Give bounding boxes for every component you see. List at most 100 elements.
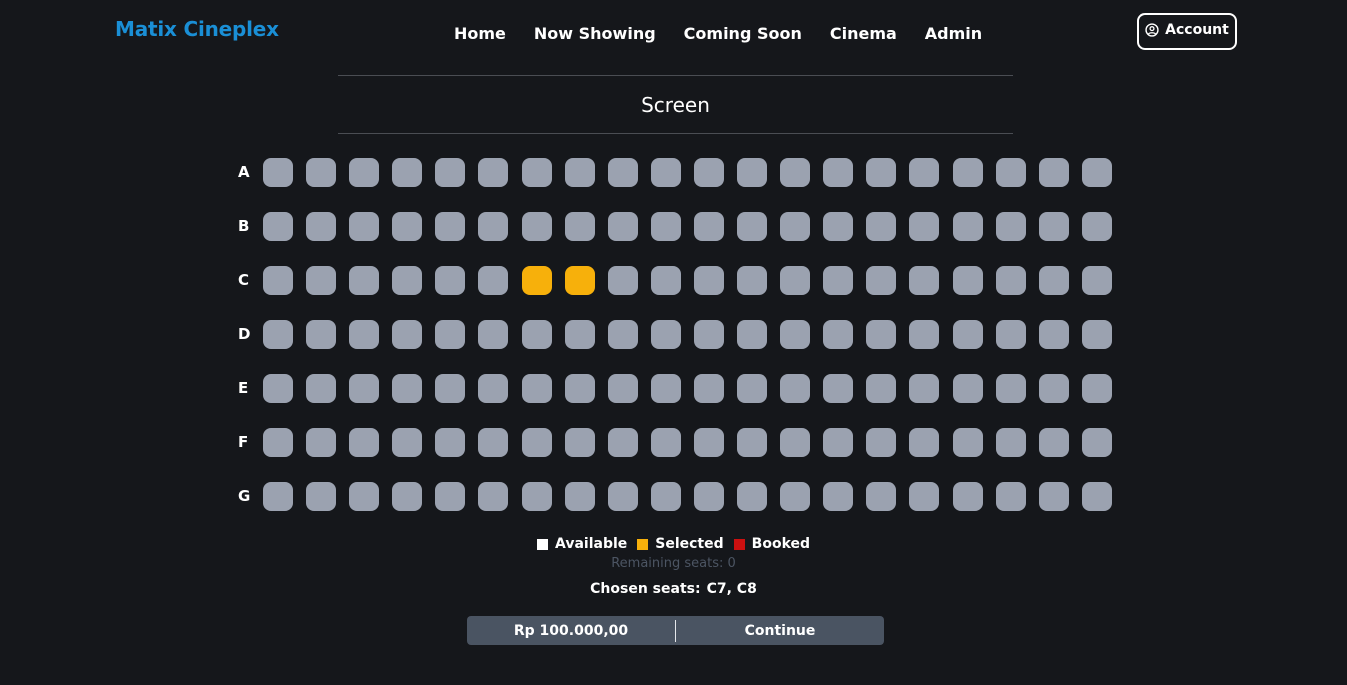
seat-g19[interactable] — [1038, 481, 1069, 511]
seat-g9[interactable] — [607, 481, 638, 511]
seat-g1[interactable] — [263, 481, 293, 511]
seat-d2[interactable] — [306, 319, 337, 349]
seat-d16[interactable] — [909, 319, 940, 349]
seat-c4[interactable] — [392, 265, 423, 295]
seat-f14[interactable] — [823, 427, 854, 457]
seat-a14[interactable] — [823, 157, 854, 187]
continue-button[interactable]: Continue — [676, 623, 884, 639]
seat-e19[interactable] — [1038, 373, 1069, 403]
seat-e20[interactable] — [1081, 373, 1112, 403]
seat-e4[interactable] — [392, 373, 423, 403]
nav-now-showing[interactable]: Now Showing — [534, 24, 656, 43]
seat-c11[interactable] — [693, 265, 724, 295]
seat-f19[interactable] — [1038, 427, 1069, 457]
seat-a15[interactable] — [866, 157, 897, 187]
seat-b20[interactable] — [1081, 211, 1112, 241]
seat-d7[interactable] — [521, 319, 552, 349]
seat-c19[interactable] — [1038, 265, 1069, 295]
seat-d17[interactable] — [952, 319, 983, 349]
seat-e10[interactable] — [650, 373, 681, 403]
seat-c10[interactable] — [650, 265, 681, 295]
seat-b3[interactable] — [349, 211, 380, 241]
nav-home[interactable]: Home — [454, 24, 506, 43]
seat-b9[interactable] — [607, 211, 638, 241]
seat-c3[interactable] — [349, 265, 380, 295]
seat-d6[interactable] — [478, 319, 509, 349]
seat-g15[interactable] — [866, 481, 897, 511]
seat-d5[interactable] — [435, 319, 466, 349]
seat-f2[interactable] — [306, 427, 337, 457]
account-button[interactable]: Account — [1137, 13, 1237, 50]
seat-e9[interactable] — [607, 373, 638, 403]
seat-g5[interactable] — [435, 481, 466, 511]
nav-coming-soon[interactable]: Coming Soon — [684, 24, 802, 43]
seat-d12[interactable] — [737, 319, 768, 349]
seat-a7[interactable] — [521, 157, 552, 187]
seat-f10[interactable] — [650, 427, 681, 457]
seat-c8[interactable] — [564, 265, 595, 295]
seat-b10[interactable] — [650, 211, 681, 241]
seat-d13[interactable] — [780, 319, 811, 349]
seat-f4[interactable] — [392, 427, 423, 457]
seat-d14[interactable] — [823, 319, 854, 349]
seat-f8[interactable] — [564, 427, 595, 457]
seat-e6[interactable] — [478, 373, 509, 403]
seat-c17[interactable] — [952, 265, 983, 295]
seat-c18[interactable] — [995, 265, 1026, 295]
seat-a5[interactable] — [435, 157, 466, 187]
nav-cinema[interactable]: Cinema — [830, 24, 897, 43]
seat-g3[interactable] — [349, 481, 380, 511]
seat-f6[interactable] — [478, 427, 509, 457]
seat-g12[interactable] — [737, 481, 768, 511]
seat-d15[interactable] — [866, 319, 897, 349]
seat-g18[interactable] — [995, 481, 1026, 511]
seat-a18[interactable] — [995, 157, 1026, 187]
seat-e16[interactable] — [909, 373, 940, 403]
seat-c12[interactable] — [737, 265, 768, 295]
seat-f3[interactable] — [349, 427, 380, 457]
seat-d1[interactable] — [263, 319, 293, 349]
seat-a19[interactable] — [1038, 157, 1069, 187]
seat-d9[interactable] — [607, 319, 638, 349]
seat-f9[interactable] — [607, 427, 638, 457]
seat-f1[interactable] — [263, 427, 293, 457]
seat-e14[interactable] — [823, 373, 854, 403]
seat-c7[interactable] — [521, 265, 552, 295]
seat-b7[interactable] — [521, 211, 552, 241]
seat-b6[interactable] — [478, 211, 509, 241]
seat-a12[interactable] — [737, 157, 768, 187]
seat-e1[interactable] — [263, 373, 293, 403]
seat-b15[interactable] — [866, 211, 897, 241]
seat-a17[interactable] — [952, 157, 983, 187]
seat-b18[interactable] — [995, 211, 1026, 241]
brand-logo[interactable]: Matix Cineplex — [115, 17, 279, 41]
seat-f7[interactable] — [521, 427, 552, 457]
seat-g10[interactable] — [650, 481, 681, 511]
seat-g2[interactable] — [306, 481, 337, 511]
seat-a4[interactable] — [392, 157, 423, 187]
seat-d20[interactable] — [1081, 319, 1112, 349]
seat-a9[interactable] — [607, 157, 638, 187]
seat-c5[interactable] — [435, 265, 466, 295]
seat-g11[interactable] — [693, 481, 724, 511]
seat-d18[interactable] — [995, 319, 1026, 349]
seat-c16[interactable] — [909, 265, 940, 295]
seat-c1[interactable] — [263, 265, 293, 295]
seat-a13[interactable] — [780, 157, 811, 187]
seat-b1[interactable] — [263, 211, 293, 241]
seat-a16[interactable] — [909, 157, 940, 187]
seat-e11[interactable] — [693, 373, 724, 403]
seat-a2[interactable] — [306, 157, 337, 187]
seat-a1[interactable] — [263, 157, 293, 187]
seat-e17[interactable] — [952, 373, 983, 403]
seat-a11[interactable] — [693, 157, 724, 187]
seat-g17[interactable] — [952, 481, 983, 511]
seat-g14[interactable] — [823, 481, 854, 511]
seat-b2[interactable] — [306, 211, 337, 241]
seat-c2[interactable] — [306, 265, 337, 295]
seat-g7[interactable] — [521, 481, 552, 511]
seat-e8[interactable] — [564, 373, 595, 403]
seat-g6[interactable] — [478, 481, 509, 511]
seat-f18[interactable] — [995, 427, 1026, 457]
seat-b8[interactable] — [564, 211, 595, 241]
